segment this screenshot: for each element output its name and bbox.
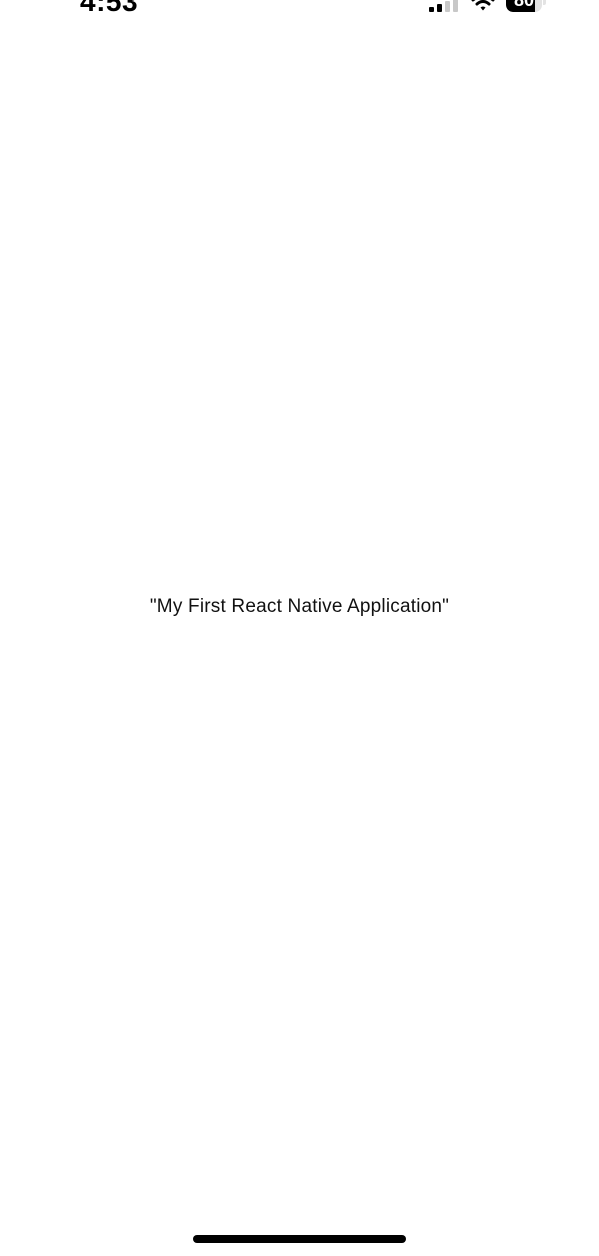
cellular-signal-icon [429, 0, 463, 12]
status-time: 4:53 [80, 0, 139, 17]
status-bar: 4:53 80 [0, 0, 599, 22]
battery-level: 80 [513, 0, 535, 10]
home-indicator[interactable] [193, 1235, 406, 1243]
signal-bar [429, 7, 434, 12]
battery-icon: 80 [506, 0, 546, 12]
signal-bar [437, 4, 442, 12]
battery-body: 80 [506, 0, 542, 12]
battery-cap [543, 0, 546, 5]
app-message-text: "My First React Native Application" [149, 596, 450, 617]
wifi-icon [471, 0, 495, 12]
signal-bar [445, 1, 450, 12]
signal-bar [453, 0, 458, 12]
